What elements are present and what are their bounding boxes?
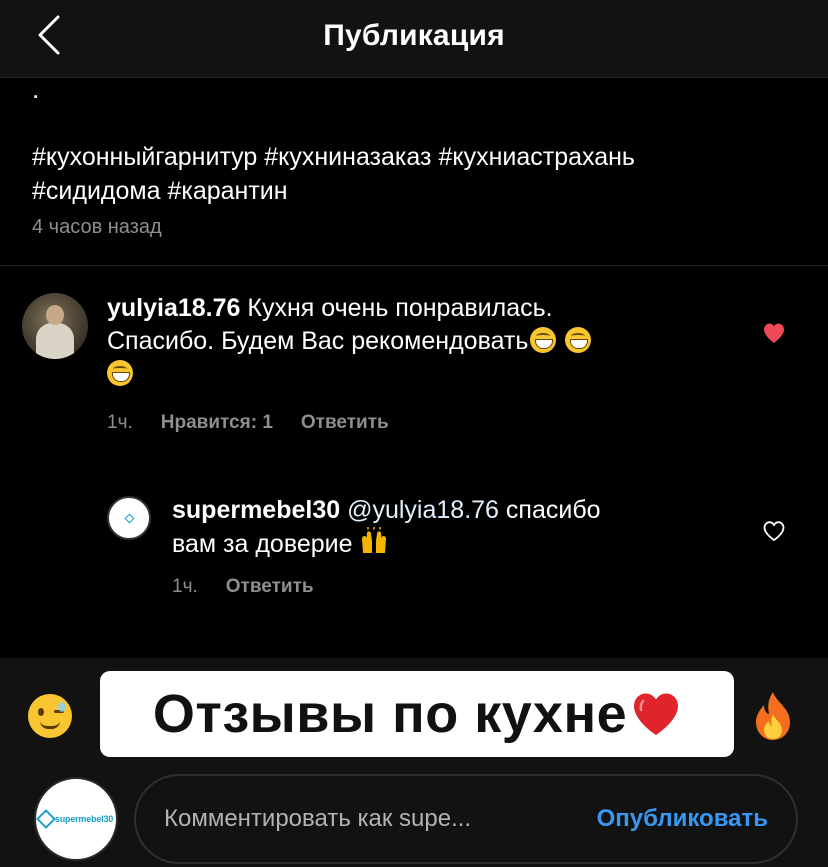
comment-text-line-2: Спасибо. Будем Вас рекомендовать	[107, 327, 529, 355]
reply-mention[interactable]: @yulyia18.76	[347, 496, 499, 524]
winking-face-icon	[28, 694, 72, 738]
comment-composer: Опубликовать	[134, 774, 798, 864]
avatar-figure-shirt	[36, 323, 74, 359]
reply-text-line-1: спасибо	[505, 496, 601, 524]
store-logo-icon: supermebel30	[36, 809, 114, 829]
grinning-face-icon	[565, 327, 592, 353]
logo-diamond	[36, 809, 56, 829]
comment: yulyia18.76 Кухня очень понравилась. Спа…	[107, 292, 727, 391]
reply-meta: 1ч. Ответить	[172, 576, 314, 598]
heart-outline-icon	[763, 521, 785, 542]
comment-like-button[interactable]	[760, 320, 788, 346]
wink-sweat-drop	[58, 702, 66, 712]
heart-filled-icon	[764, 323, 784, 343]
comment-likes-count[interactable]: Нравится: 1	[161, 412, 273, 434]
banner-title: Отзывы по кухне	[152, 684, 628, 744]
composer-avatar[interactable]: supermebel30	[34, 777, 118, 861]
caption-dot: .	[32, 74, 40, 104]
comment-username[interactable]: yulyia18.76	[107, 294, 240, 322]
logo-diamond	[124, 513, 134, 523]
publish-button[interactable]: Опубликовать	[597, 805, 768, 833]
review-banner: Отзывы по кухне	[100, 671, 734, 757]
divider	[0, 265, 828, 266]
fire-icon	[756, 692, 790, 740]
reply-button[interactable]: Ответить	[226, 576, 314, 598]
comment-input[interactable]	[164, 805, 597, 833]
reply-time: 1ч.	[172, 576, 198, 597]
grinning-face-icon	[107, 360, 133, 386]
avatar-figure-head	[46, 305, 64, 325]
caption-hashtags-line-2[interactable]: #сидидома #карантин	[32, 174, 802, 208]
raising-hands-icon	[359, 527, 389, 564]
red-heart-icon	[634, 693, 679, 735]
store-logo-icon	[124, 513, 134, 523]
comment-meta: 1ч. Нравится: 1 Ответить	[107, 412, 389, 434]
reply-avatar[interactable]	[107, 496, 151, 540]
comment-text-line-1: Кухня очень понравилась.	[247, 294, 553, 322]
reply-button[interactable]: Ответить	[301, 412, 389, 434]
commenter-avatar[interactable]	[22, 293, 88, 359]
top-bar: Публикация	[0, 0, 828, 78]
page-title: Публикация	[323, 19, 505, 52]
caption-hashtags-line-1[interactable]: #кухонныйгарнитур #кухниназаказ #кухниас…	[32, 140, 802, 174]
reply-comment: supermebel30 @yulyia18.76 спасибо вам за…	[172, 494, 732, 564]
comment-time: 1ч.	[107, 412, 133, 433]
post-caption: #кухонныйгарнитур #кухниназаказ #кухниас…	[32, 140, 802, 208]
avatar-logo-text: supermebel30	[54, 814, 114, 824]
grinning-face-icon	[530, 327, 557, 353]
reply-username[interactable]: supermebel30	[172, 496, 340, 524]
wink-open-eye	[38, 708, 44, 716]
reply-text-line-2: вам за доверие	[172, 530, 353, 558]
post-timestamp: 4 часов назад	[32, 216, 162, 238]
reply-like-button[interactable]	[760, 518, 788, 544]
wink-mouth	[40, 721, 60, 729]
